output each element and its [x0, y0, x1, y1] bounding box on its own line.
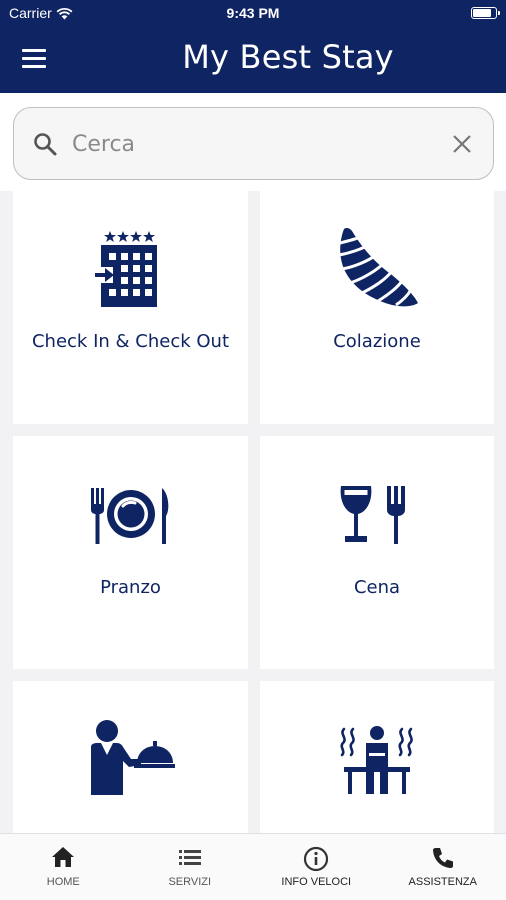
- battery-icon: [471, 7, 500, 19]
- croissant-icon: [338, 227, 418, 307]
- tile-label: Check In & Check Out: [31, 331, 229, 352]
- tab-label: HOME: [46, 876, 80, 888]
- tile-label: Pranzo: [100, 577, 161, 598]
- bottom-tab-bar: HOME SERVIZI INFO VELOCI ASSISTENZA: [0, 833, 506, 900]
- hotel-checkin-icon: [92, 231, 157, 307]
- tile-room-service[interactable]: [13, 681, 248, 833]
- tile-colazione[interactable]: Colazione: [260, 191, 494, 424]
- search-icon: [34, 133, 57, 156]
- wine-fork-icon: [340, 486, 405, 544]
- tab-label: ASSISTENZA: [408, 876, 477, 888]
- tile-label: Cena: [353, 577, 401, 598]
- search-field[interactable]: [13, 107, 494, 180]
- tile-pranzo[interactable]: Pranzo: [13, 436, 248, 669]
- tab-info-veloci[interactable]: INFO VELOCI: [253, 834, 380, 900]
- search-bar-container: [0, 93, 506, 191]
- list-icon: [178, 850, 201, 865]
- plate-cutlery-icon: [90, 488, 168, 544]
- tile-label: Colazione: [333, 331, 421, 352]
- search-input[interactable]: [72, 126, 432, 162]
- tile-check-in-check-out[interactable]: Check In & Check Out: [13, 191, 248, 424]
- tab-home[interactable]: HOME: [0, 834, 127, 900]
- home-icon: [52, 847, 75, 867]
- tab-servizi[interactable]: SERVIZI: [127, 834, 254, 900]
- tab-label: SERVIZI: [168, 876, 212, 888]
- phone-icon: [432, 848, 453, 868]
- info-icon: [304, 846, 329, 872]
- app-header: Carrier 9:43 PM My Best Stay: [0, 0, 506, 93]
- tab-label: INFO VELOCI: [281, 876, 352, 888]
- tile-sauna[interactable]: [260, 681, 494, 833]
- tab-assistenza[interactable]: ASSISTENZA: [380, 834, 506, 900]
- status-bar: Carrier 9:43 PM: [0, 0, 506, 28]
- status-time: 9:43 PM: [226, 5, 280, 21]
- page-title: My Best Stay: [182, 38, 394, 76]
- sauna-icon: [340, 726, 413, 794]
- clear-icon[interactable]: [451, 133, 473, 155]
- waiter-cloche-icon: [90, 720, 175, 795]
- services-grid: Check In & Check Out Colazione Pranzo Ce…: [0, 191, 506, 833]
- tile-cena[interactable]: Cena: [260, 436, 494, 669]
